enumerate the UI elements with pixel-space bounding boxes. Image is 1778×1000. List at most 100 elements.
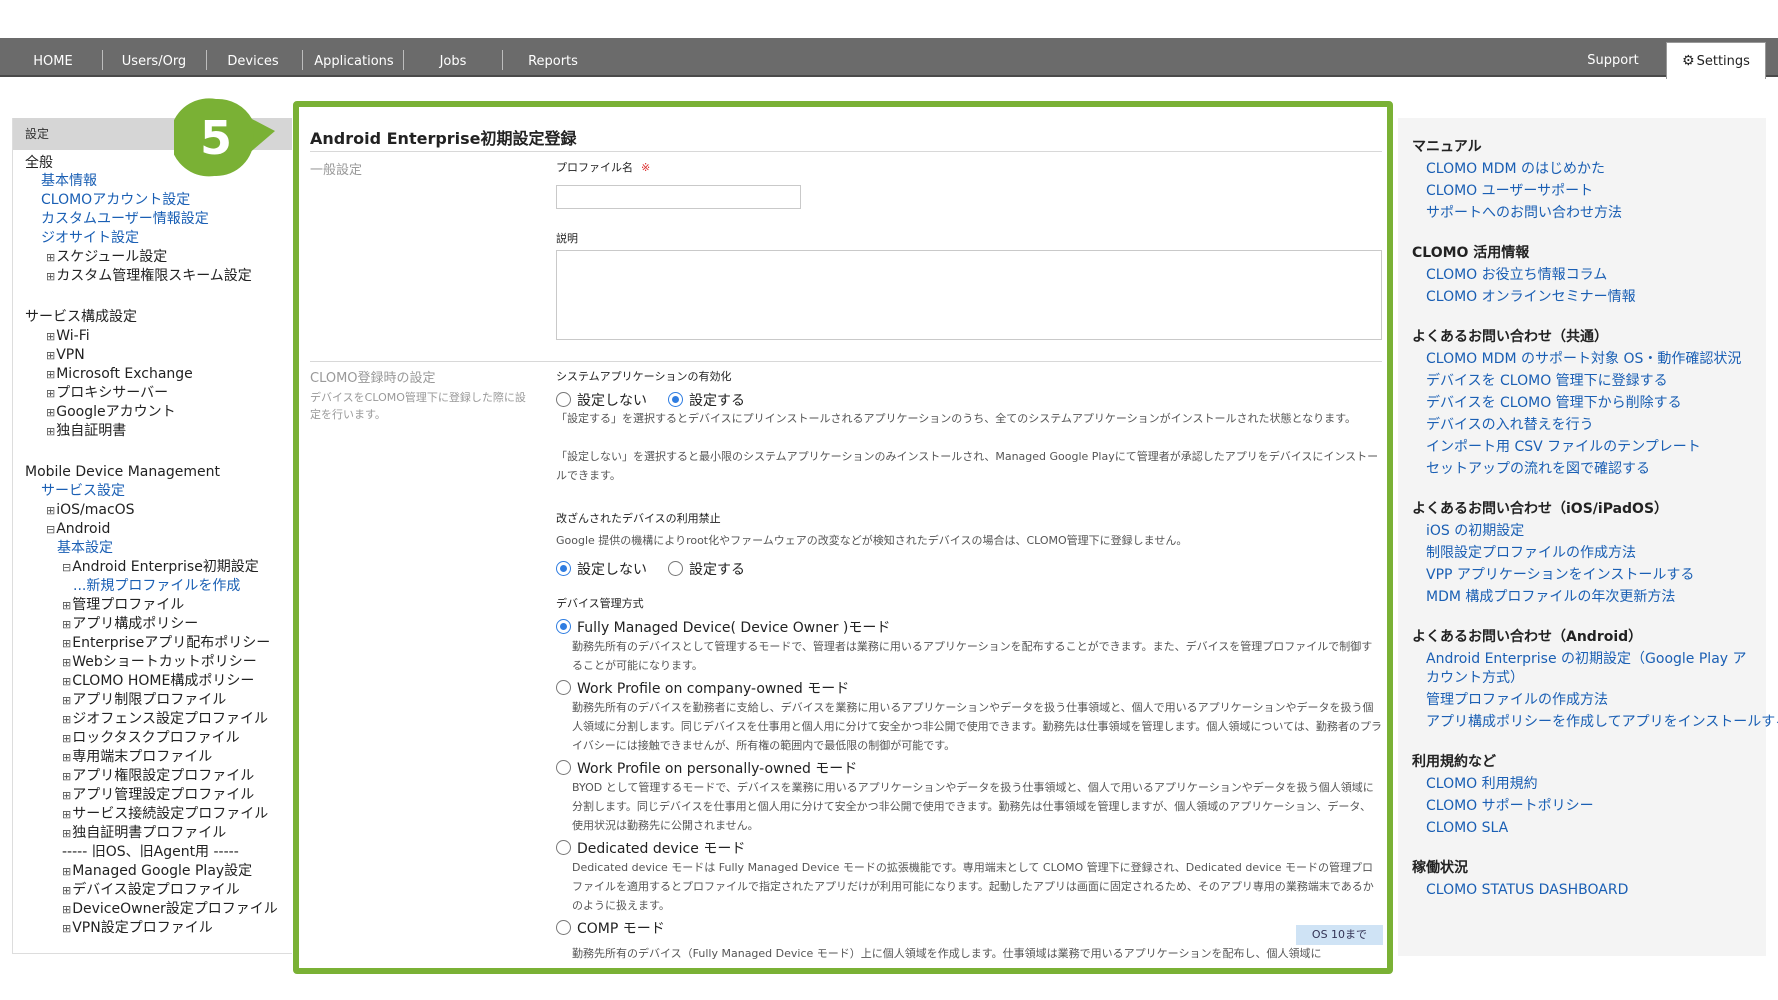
help-link[interactable]: デバイスの入れ替えを行う	[1426, 416, 1594, 435]
radio-tamper-off[interactable]	[556, 561, 571, 576]
sidebar-item[interactable]: ⊞アプリ構成ポリシー	[62, 615, 198, 634]
expand-icon[interactable]: ⊞	[62, 865, 71, 878]
sidebar-item[interactable]: ⊞独自証明書プロファイル	[62, 824, 226, 843]
expand-icon[interactable]: ⊞	[46, 349, 55, 362]
mode-comp-option[interactable]: COMP モード	[556, 918, 665, 938]
sidebar-item[interactable]: ⊞ロックタスクプロファイル	[62, 729, 240, 748]
sidebar-item[interactable]: ⊞Wi-Fi	[46, 327, 90, 346]
nav-settings-tab[interactable]: ⚙ Settings	[1666, 42, 1766, 79]
sidebar-item[interactable]: ⊞iOS/macOS	[46, 501, 135, 520]
expand-icon[interactable]: ⊞	[46, 504, 55, 517]
expand-icon[interactable]: ⊞	[62, 694, 71, 707]
expand-icon[interactable]: ⊞	[62, 751, 71, 764]
expand-icon[interactable]: ⊞	[62, 599, 71, 612]
nav-home[interactable]: HOME	[22, 38, 84, 75]
sidebar-item[interactable]: ⊞Webショートカットポリシー	[62, 653, 257, 672]
help-link[interactable]: CLOMO オンラインセミナー情報	[1426, 288, 1636, 307]
sidebar-item[interactable]: ⊞専用端末プロファイル	[62, 748, 212, 767]
help-link[interactable]: アプリ構成ポリシーを作成してアプリをインストールする	[1426, 713, 1778, 732]
nav-applications[interactable]: Applications	[310, 38, 398, 75]
tamper-off-option[interactable]: 設定しない	[556, 559, 647, 579]
help-link[interactable]: サポートへのお問い合わせ方法	[1426, 204, 1622, 223]
description-textarea[interactable]	[556, 250, 1382, 340]
expand-icon[interactable]: ⊞	[62, 732, 71, 745]
help-link[interactable]: iOS の初期設定	[1426, 522, 1524, 541]
mode-company-owned-option[interactable]: Work Profile on company-owned モード	[556, 678, 849, 698]
expand-icon[interactable]: ⊞	[62, 903, 71, 916]
sidebar-item[interactable]: ⊞管理プロファイル	[62, 596, 184, 615]
nav-support[interactable]: Support	[1580, 38, 1646, 75]
nav-reports[interactable]: Reports	[516, 38, 590, 75]
sidebar-item[interactable]: ⊞アプリ管理設定プロファイル	[62, 786, 254, 805]
help-link[interactable]: デバイスを CLOMO 管理下から削除する	[1426, 394, 1682, 413]
radio-dedicated[interactable]	[556, 840, 571, 855]
sidebar-item[interactable]: CLOMOアカウント設定	[41, 191, 190, 210]
collapse-icon[interactable]: ⊟	[46, 523, 55, 536]
help-link[interactable]: VPP アプリケーションをインストールする	[1426, 566, 1694, 585]
sidebar-item[interactable]: ⊟Android Enterprise初期設定	[62, 558, 259, 577]
sidebar-item[interactable]: 基本情報	[41, 172, 97, 191]
sidebar-item[interactable]: ⊞Googleアカウント	[46, 403, 176, 422]
help-link[interactable]: インポート用 CSV ファイルのテンプレート	[1426, 438, 1701, 457]
radio-system-apps-off[interactable]	[556, 392, 571, 407]
sidebar-item[interactable]: ⊞カスタム管理権限スキーム設定	[46, 267, 252, 286]
sidebar-item[interactable]: ⊞VPN	[46, 346, 85, 365]
sidebar-item[interactable]: ⊞サービス接続設定プロファイル	[62, 805, 268, 824]
radio-system-apps-on[interactable]	[668, 392, 683, 407]
help-link[interactable]: MDM 構成プロファイルの年次更新方法	[1426, 588, 1675, 607]
sidebar-item[interactable]: ⊞Enterpriseアプリ配布ポリシー	[62, 634, 270, 653]
sidebar-item[interactable]: ⊞アプリ制限プロファイル	[62, 691, 226, 710]
help-link[interactable]: CLOMO MDM のはじめかた	[1426, 160, 1605, 179]
expand-icon[interactable]: ⊞	[62, 770, 71, 783]
nav-devices[interactable]: Devices	[222, 38, 284, 75]
nav-users-org[interactable]: Users/Org	[112, 38, 196, 75]
radio-company-owned[interactable]	[556, 680, 571, 695]
expand-icon[interactable]: ⊞	[62, 675, 71, 688]
help-link[interactable]: セットアップの流れを図で確認する	[1426, 460, 1650, 479]
help-link[interactable]: CLOMO お役立ち情報コラム	[1426, 266, 1607, 285]
sidebar-item[interactable]: ⊟Android	[46, 520, 110, 539]
expand-icon[interactable]: ⊞	[62, 922, 71, 935]
radio-fully-managed[interactable]	[556, 619, 571, 634]
expand-icon[interactable]: ⊞	[46, 270, 55, 283]
expand-icon[interactable]: ⊞	[62, 827, 71, 840]
help-link[interactable]: Android Enterprise の初期設定（Google Play アカウ…	[1426, 650, 1756, 688]
radio-comp[interactable]	[556, 920, 571, 935]
expand-icon[interactable]: ⊞	[46, 330, 55, 343]
sidebar-item[interactable]: ⊞独自証明書	[46, 422, 126, 441]
system-apps-on-option[interactable]: 設定する	[668, 390, 745, 410]
help-link[interactable]: CLOMO SLA	[1426, 819, 1508, 838]
help-link[interactable]: CLOMO 利用規約	[1426, 775, 1538, 794]
tamper-on-option[interactable]: 設定する	[668, 559, 745, 579]
sidebar-item[interactable]: ⊞アプリ権限設定プロファイル	[62, 767, 254, 786]
mode-fully-managed-option[interactable]: Fully Managed Device( Device Owner )モード	[556, 617, 890, 637]
expand-icon[interactable]: ⊞	[46, 251, 55, 264]
help-link[interactable]: CLOMO MDM のサポート対象 OS・動作確認状況	[1426, 350, 1741, 369]
sidebar-item[interactable]: ⊞Microsoft Exchange	[46, 365, 193, 384]
sidebar-item[interactable]: サービス設定	[41, 482, 125, 501]
help-link[interactable]: CLOMO ユーザーサポート	[1426, 182, 1593, 201]
help-link[interactable]: CLOMO STATUS DASHBOARD	[1426, 881, 1628, 900]
mode-personally-owned-option[interactable]: Work Profile on personally-owned モード	[556, 758, 857, 778]
help-link[interactable]: 管理プロファイルの作成方法	[1426, 691, 1608, 710]
sidebar-item[interactable]: ⊞ジオフェンス設定プロファイル	[62, 710, 268, 729]
sidebar-item[interactable]: ⊞プロキシサーバー	[46, 384, 168, 403]
expand-icon[interactable]: ⊞	[62, 808, 71, 821]
expand-icon[interactable]: ⊞	[62, 713, 71, 726]
expand-icon[interactable]: ⊞	[46, 387, 55, 400]
system-apps-off-option[interactable]: 設定しない	[556, 390, 647, 410]
sidebar-item[interactable]: ⊞Managed Google Play設定	[62, 862, 252, 881]
expand-icon[interactable]: ⊞	[62, 789, 71, 802]
sidebar-item[interactable]: ...新規プロファイルを作成	[73, 577, 240, 596]
sidebar-item[interactable]: ⊞VPN設定プロファイル	[62, 919, 213, 938]
radio-personally-owned[interactable]	[556, 760, 571, 775]
expand-icon[interactable]: ⊞	[46, 406, 55, 419]
radio-tamper-on[interactable]	[668, 561, 683, 576]
sidebar-item[interactable]: ジオサイト設定	[41, 229, 139, 248]
expand-icon[interactable]: ⊞	[62, 637, 71, 650]
profile-name-input[interactable]	[556, 185, 801, 209]
help-link[interactable]: CLOMO サポートポリシー	[1426, 797, 1594, 816]
expand-icon[interactable]: ⊞	[62, 884, 71, 897]
sidebar-item[interactable]: ⊞スケジュール設定	[46, 248, 167, 267]
sidebar-item[interactable]: ⊞CLOMO HOME構成ポリシー	[62, 672, 254, 691]
